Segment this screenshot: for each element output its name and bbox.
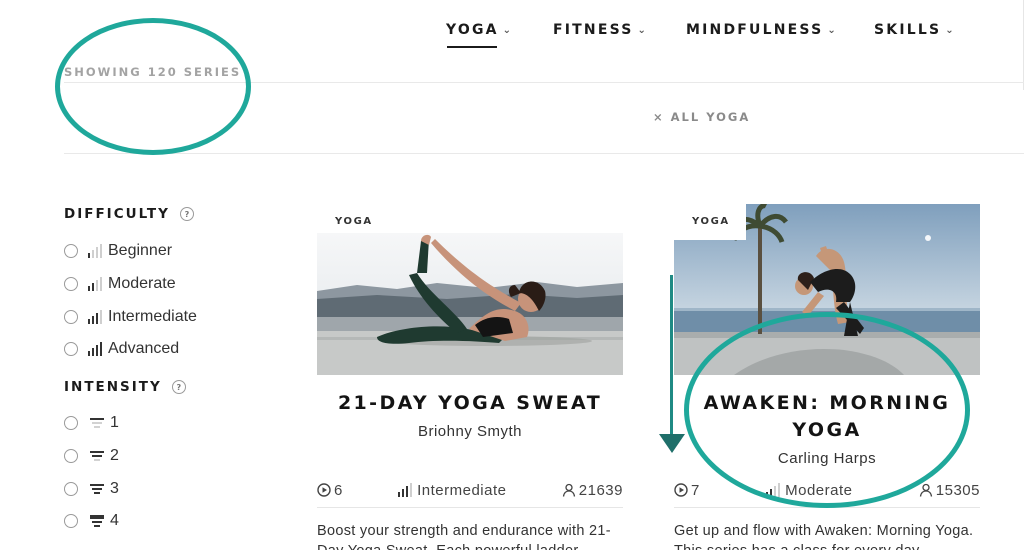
chevron-down-icon: ⌄	[827, 24, 836, 36]
intensity-level-icon	[90, 418, 104, 428]
member-count-value: 15305	[935, 481, 980, 499]
difficulty-option-label: Advanced	[108, 340, 180, 357]
intensity-level-icon	[90, 515, 104, 527]
person-icon	[919, 483, 932, 497]
nav-label: MINDFULNESS	[686, 22, 824, 38]
radio-button[interactable]	[64, 342, 78, 356]
member-count: 15305	[919, 482, 980, 499]
difficulty-bars-icon	[766, 483, 781, 497]
series-card[interactable]: YOGA AWAKEN: MORNING YOGA Carling Harps …	[674, 200, 980, 550]
play-icon	[674, 483, 688, 497]
series-card[interactable]: YOGA 21-DAY YOGA SWEAT Briohny Smyth 6 I…	[317, 200, 623, 550]
series-instructor[interactable]: Briohny Smyth	[317, 423, 623, 440]
member-count-value: 21639	[578, 481, 623, 499]
intensity-heading-label: INTENSITY	[64, 379, 162, 395]
radio-button[interactable]	[64, 514, 78, 528]
intensity-option-label: 4	[110, 512, 119, 529]
difficulty-bars-icon	[88, 244, 102, 258]
annotation-arrow	[670, 275, 673, 435]
nav-item-fitness[interactable]: FITNESS ⌄	[553, 20, 646, 40]
play-icon	[317, 483, 331, 497]
radio-button[interactable]	[64, 416, 78, 430]
difficulty-heading: DIFFICULTY ?	[64, 206, 194, 222]
chevron-down-icon: ⌄	[945, 24, 954, 36]
intensity-level-icon	[90, 451, 104, 461]
difficulty-option-beginner[interactable]: Beginner	[64, 241, 172, 261]
intensity-level-icon	[90, 484, 104, 494]
nav-item-skills[interactable]: SKILLS ⌄	[874, 20, 954, 40]
nav-item-yoga[interactable]: YOGA ⌄	[446, 20, 512, 48]
difficulty-level-value: Intermediate	[417, 481, 507, 499]
episode-count-value: 7	[691, 481, 700, 499]
card-category-tag: YOGA	[692, 216, 730, 227]
intensity-option-4[interactable]: 4	[64, 511, 119, 531]
chevron-down-icon: ⌄	[637, 24, 646, 36]
difficulty-bars-icon	[398, 483, 413, 497]
difficulty-option-intermediate[interactable]: Intermediate	[64, 307, 197, 327]
difficulty-option-label: Beginner	[108, 242, 173, 259]
divider	[317, 507, 623, 508]
top-nav: YOGA ⌄ FITNESS ⌄ MINDFULNESS ⌄ SKILLS ⌄	[0, 0, 1024, 90]
member-count: 21639	[562, 482, 623, 499]
difficulty-option-moderate[interactable]: Moderate	[64, 274, 176, 294]
episode-count-value: 6	[334, 481, 343, 499]
series-description: Get up and flow with Awaken: Morning Yog…	[674, 523, 974, 550]
series-thumbnail[interactable]	[317, 233, 623, 375]
difficulty-option-advanced[interactable]: Advanced	[64, 339, 179, 359]
difficulty-heading-label: DIFFICULTY	[64, 206, 170, 222]
nav-label: YOGA	[446, 22, 499, 38]
series-title[interactable]: 21-DAY YOGA SWEAT	[317, 390, 623, 417]
difficulty-level: Intermediate	[398, 482, 506, 499]
person-icon	[562, 483, 575, 497]
divider	[64, 153, 1024, 154]
intensity-option-label: 2	[110, 447, 119, 464]
intensity-option-label: 3	[110, 480, 119, 497]
help-icon[interactable]: ?	[171, 380, 186, 394]
series-meta: 6 Intermediate 21639	[317, 480, 623, 500]
divider	[64, 82, 1024, 83]
intensity-option-1[interactable]: 1	[64, 413, 119, 433]
episode-count: 6	[317, 482, 343, 499]
intensity-option-label: 1	[110, 414, 119, 431]
annotation-arrow-head	[659, 434, 685, 453]
difficulty-level-value: Moderate	[785, 481, 853, 499]
nav-item-mindfulness[interactable]: MINDFULNESS ⌄	[686, 20, 836, 40]
results-count: SHOWING 120 SERIES	[64, 65, 242, 79]
help-icon[interactable]: ?	[179, 207, 194, 221]
difficulty-option-label: Intermediate	[108, 308, 197, 325]
nav-label: FITNESS	[553, 22, 634, 38]
difficulty-bars-icon	[88, 310, 102, 324]
clear-filter-chip[interactable]: × ALL YOGA	[653, 110, 750, 124]
radio-button[interactable]	[64, 277, 78, 291]
radio-button[interactable]	[64, 244, 78, 258]
chevron-down-icon: ⌄	[502, 24, 512, 36]
series-description: Boost your strength and endurance with 2…	[317, 523, 611, 550]
radio-button[interactable]	[64, 310, 78, 324]
yoga-pose-photo	[317, 233, 623, 375]
series-title[interactable]: AWAKEN: MORNING YOGA	[674, 390, 980, 444]
intensity-option-3[interactable]: 3	[64, 479, 119, 499]
difficulty-level: Moderate	[766, 482, 852, 499]
series-meta: 7 Moderate 15305	[674, 480, 980, 500]
divider	[674, 507, 980, 508]
intensity-option-2[interactable]: 2	[64, 446, 119, 466]
difficulty-bars-icon	[88, 277, 102, 291]
difficulty-bars-icon	[88, 342, 102, 356]
episode-count: 7	[674, 482, 700, 499]
difficulty-option-label: Moderate	[108, 275, 176, 292]
card-category-tag: YOGA	[335, 216, 373, 227]
intensity-heading: INTENSITY ?	[64, 379, 186, 395]
nav-label: SKILLS	[874, 22, 942, 38]
series-instructor[interactable]: Carling Harps	[674, 450, 980, 467]
radio-button[interactable]	[64, 449, 78, 463]
radio-button[interactable]	[64, 482, 78, 496]
